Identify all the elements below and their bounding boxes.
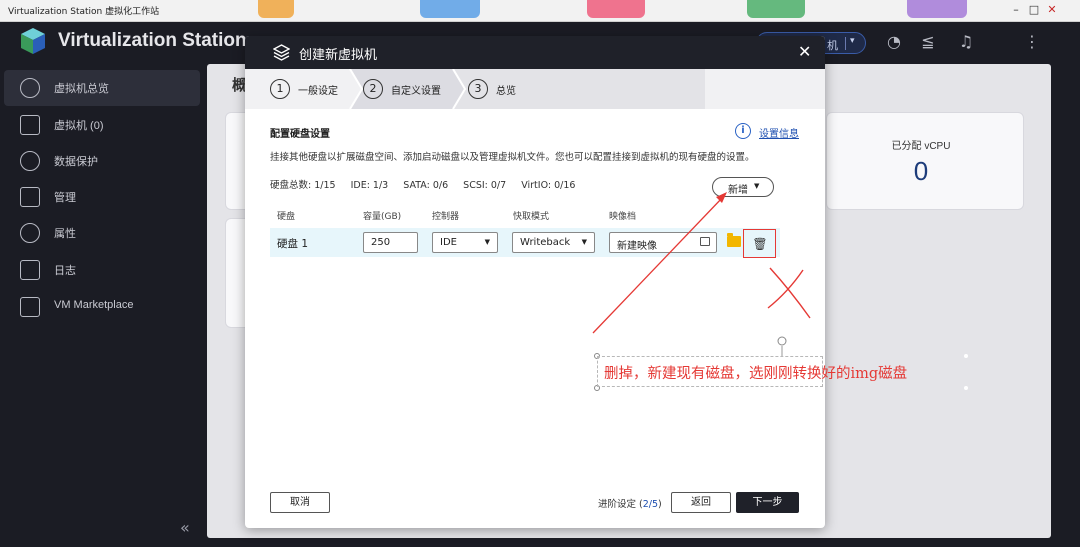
column-header-capacity: 容量(GB)	[363, 212, 402, 222]
cache-mode-select[interactable]: Writeback ▼	[512, 232, 595, 253]
column-header-cache-mode: 快取模式	[513, 212, 550, 222]
window-titlebar: Virtualization Station 虚拟化工作站 – □ ✕	[0, 0, 1080, 22]
info-icon[interactable]: i	[735, 123, 751, 139]
image-value: 新建映像	[617, 241, 657, 252]
gauge-icon	[20, 78, 40, 98]
window-maximize-button[interactable]: □	[1026, 2, 1042, 18]
create-vm-dialog: 创建新虚拟机 ✕ 1 一般设定 2 自定义设置 3 总览 配置硬盘设置 i 设置…	[245, 36, 825, 528]
add-disk-label: 新增	[728, 185, 748, 196]
sidebar-item-label: 数据保护	[54, 156, 98, 168]
cancel-button[interactable]: 取消	[270, 492, 330, 513]
stat-sata: SATA: 0/6	[403, 180, 449, 191]
advanced-prefix: 进阶设定 (	[598, 499, 643, 510]
trash-icon[interactable]: 🗑	[750, 234, 770, 254]
sidebar-item-vms[interactable]: 虚拟机 (0)	[4, 107, 200, 143]
vcpu-label: 已分配 vCPU	[891, 141, 951, 152]
chevron-down-icon: ▾	[850, 36, 855, 46]
capacity-value: 250	[371, 237, 391, 248]
controller-value: IDE	[440, 237, 457, 248]
vcpu-value: 0	[913, 156, 929, 186]
background-app-icon	[747, 0, 805, 18]
caret-down-icon: ▼	[484, 238, 490, 246]
back-button[interactable]: 返回	[671, 492, 731, 513]
sidebar-item-data-protection[interactable]: 数据保护	[4, 143, 200, 179]
store-icon	[20, 297, 40, 317]
divider	[845, 37, 846, 50]
add-disk-button[interactable]: 新增 ▼	[712, 177, 774, 197]
step-label: 总览	[496, 86, 516, 97]
dialog-header: 创建新虚拟机 ✕	[245, 36, 825, 69]
sidebar-item-properties[interactable]: 属性	[4, 215, 200, 251]
sidebar-item-management[interactable]: 管理	[4, 179, 200, 215]
sidebar-item-label: 管理	[54, 192, 76, 204]
disk-stats: 硬盘总数: 1/15 IDE: 1/3 SATA: 0/6 SCSI: 0/7 …	[270, 177, 587, 191]
window-close-button[interactable]: ✕	[1044, 2, 1060, 18]
step-label: 一般设定	[298, 86, 338, 97]
image-field[interactable]: 新建映像	[609, 232, 717, 253]
step-number: 2	[363, 79, 383, 99]
window-minimize-button[interactable]: –	[1008, 2, 1024, 18]
stat-virtio: VirtIO: 0/16	[521, 180, 576, 191]
disk-name: 硬盘 1	[277, 238, 309, 250]
step-summary: 3 总览	[460, 69, 570, 109]
folder-icon[interactable]	[727, 233, 741, 247]
capacity-input[interactable]: 250	[363, 232, 418, 253]
more-icon[interactable]: ⋮	[1022, 32, 1042, 52]
dashboard-icon[interactable]: ◔	[884, 32, 904, 52]
step-number: 1	[270, 79, 290, 99]
shield-icon	[20, 151, 40, 171]
wrench-icon	[20, 187, 40, 207]
host-selector-label: 机	[827, 39, 838, 52]
background-app-icon	[907, 0, 967, 18]
stat-ide: IDE: 1/3	[350, 180, 389, 191]
wizard-steps: 1 一般设定 2 自定义设置 3 总览	[245, 69, 825, 109]
step-custom: 2 自定义设置	[350, 69, 460, 109]
stack-icon[interactable]: ≦	[918, 32, 938, 52]
cube-icon	[20, 115, 40, 135]
sidebar-item-vm-marketplace[interactable]: VM Marketplace	[4, 289, 200, 325]
log-icon	[20, 260, 40, 280]
caret-down-icon: ▼	[754, 182, 760, 190]
background-app-icon	[420, 0, 480, 18]
sidebar-item-label: VM Marketplace	[54, 299, 134, 311]
controller-select[interactable]: IDE ▼	[432, 232, 498, 253]
sidebar-item-logs[interactable]: 日志	[4, 252, 200, 288]
section-description: 挂接其他硬盘以扩展磁盘空间、添加启动磁盘以及管理虚拟机文件。您也可以配置挂接到虚…	[270, 152, 755, 163]
next-button[interactable]: 下一步	[736, 492, 799, 513]
sidebar: 虚拟机总览 虚拟机 (0) 数据保护 管理 属性 日志 VM Marketpla…	[0, 64, 205, 547]
vm-logo-icon	[273, 44, 290, 61]
dialog-title: 创建新虚拟机	[299, 48, 378, 63]
close-icon[interactable]: ✕	[798, 42, 811, 61]
bell-icon[interactable]: ♫	[956, 32, 976, 52]
sidebar-item-label: 虚拟机总览	[54, 83, 109, 95]
cache-mode-value: Writeback	[520, 237, 571, 248]
step-label: 自定义设置	[391, 86, 441, 97]
section-title: 配置硬盘设置	[270, 129, 330, 140]
advanced-count: 2/5	[642, 499, 659, 510]
app-title: Virtualization Station	[58, 30, 247, 51]
advanced-settings-progress: 进阶设定 (2/5)	[598, 496, 662, 510]
browse-icon[interactable]	[700, 237, 710, 246]
background-app-icon	[587, 0, 645, 18]
stat-scsi: SCSI: 0/7	[463, 180, 507, 191]
background-app-icon	[258, 0, 294, 18]
sidebar-item-label: 日志	[54, 265, 76, 277]
step-number: 3	[468, 79, 488, 99]
caret-down-icon: ▼	[581, 238, 587, 246]
right-edge	[1051, 64, 1080, 547]
virtualization-station-logo-icon	[21, 28, 45, 54]
sidebar-collapse-button[interactable]: «	[180, 518, 190, 537]
gear-icon	[20, 223, 40, 243]
sidebar-item-label: 属性	[54, 228, 76, 240]
window-title: Virtualization Station 虚拟化工作站	[8, 7, 160, 17]
step-general: 1 一般设定	[245, 69, 350, 109]
settings-info-link[interactable]: 设置信息	[759, 125, 799, 140]
stat-total: 硬盘总数: 1/15	[270, 180, 336, 191]
advanced-suffix: )	[658, 499, 662, 510]
sidebar-item-overview[interactable]: 虚拟机总览	[4, 70, 200, 106]
column-header-controller: 控制器	[432, 212, 460, 222]
column-header-disk: 硬盘	[277, 212, 296, 222]
column-header-image: 映像档	[609, 212, 637, 222]
sidebar-item-label: 虚拟机 (0)	[54, 120, 104, 132]
